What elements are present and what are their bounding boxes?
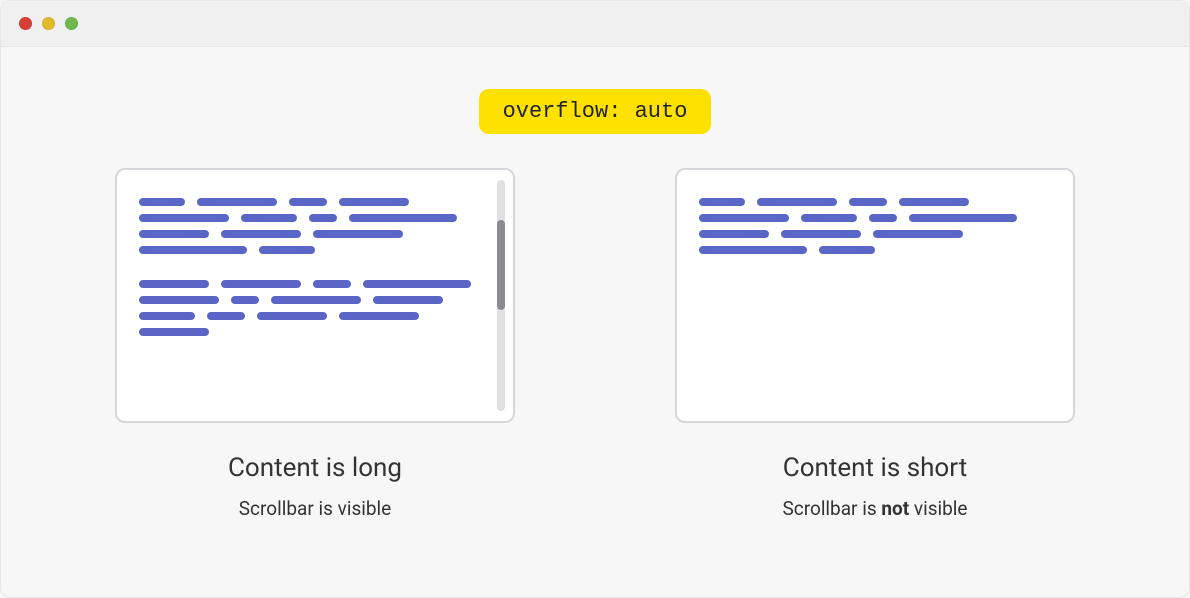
close-icon[interactable] — [19, 17, 32, 30]
panel-long-content — [139, 198, 483, 336]
placeholder-paragraph — [699, 198, 1051, 254]
zoom-icon[interactable] — [65, 17, 78, 30]
placeholder-paragraph — [139, 280, 483, 336]
example-short-title: Content is short — [783, 453, 967, 483]
example-short-subtitle: Scrollbar is not visible — [783, 497, 968, 520]
window-titlebar — [1, 1, 1189, 47]
example-short: Content is short Scrollbar is not visibl… — [675, 168, 1075, 520]
example-long-title: Content is long — [228, 453, 402, 483]
example-long: Content is long Scrollbar is visible — [115, 168, 515, 520]
scrollbar-track[interactable] — [497, 180, 505, 411]
placeholder-paragraph — [139, 198, 483, 254]
panel-short — [675, 168, 1075, 423]
example-long-subtitle: Scrollbar is visible — [239, 497, 391, 520]
minimize-icon[interactable] — [42, 17, 55, 30]
panel-short-content — [699, 198, 1051, 254]
overflow-badge: overflow: auto — [479, 89, 712, 134]
examples-row: Content is long Scrollbar is visible Con… — [115, 168, 1075, 520]
diagram-content: overflow: auto — [1, 47, 1189, 520]
scrollbar-thumb[interactable] — [497, 220, 505, 310]
panel-long — [115, 168, 515, 423]
